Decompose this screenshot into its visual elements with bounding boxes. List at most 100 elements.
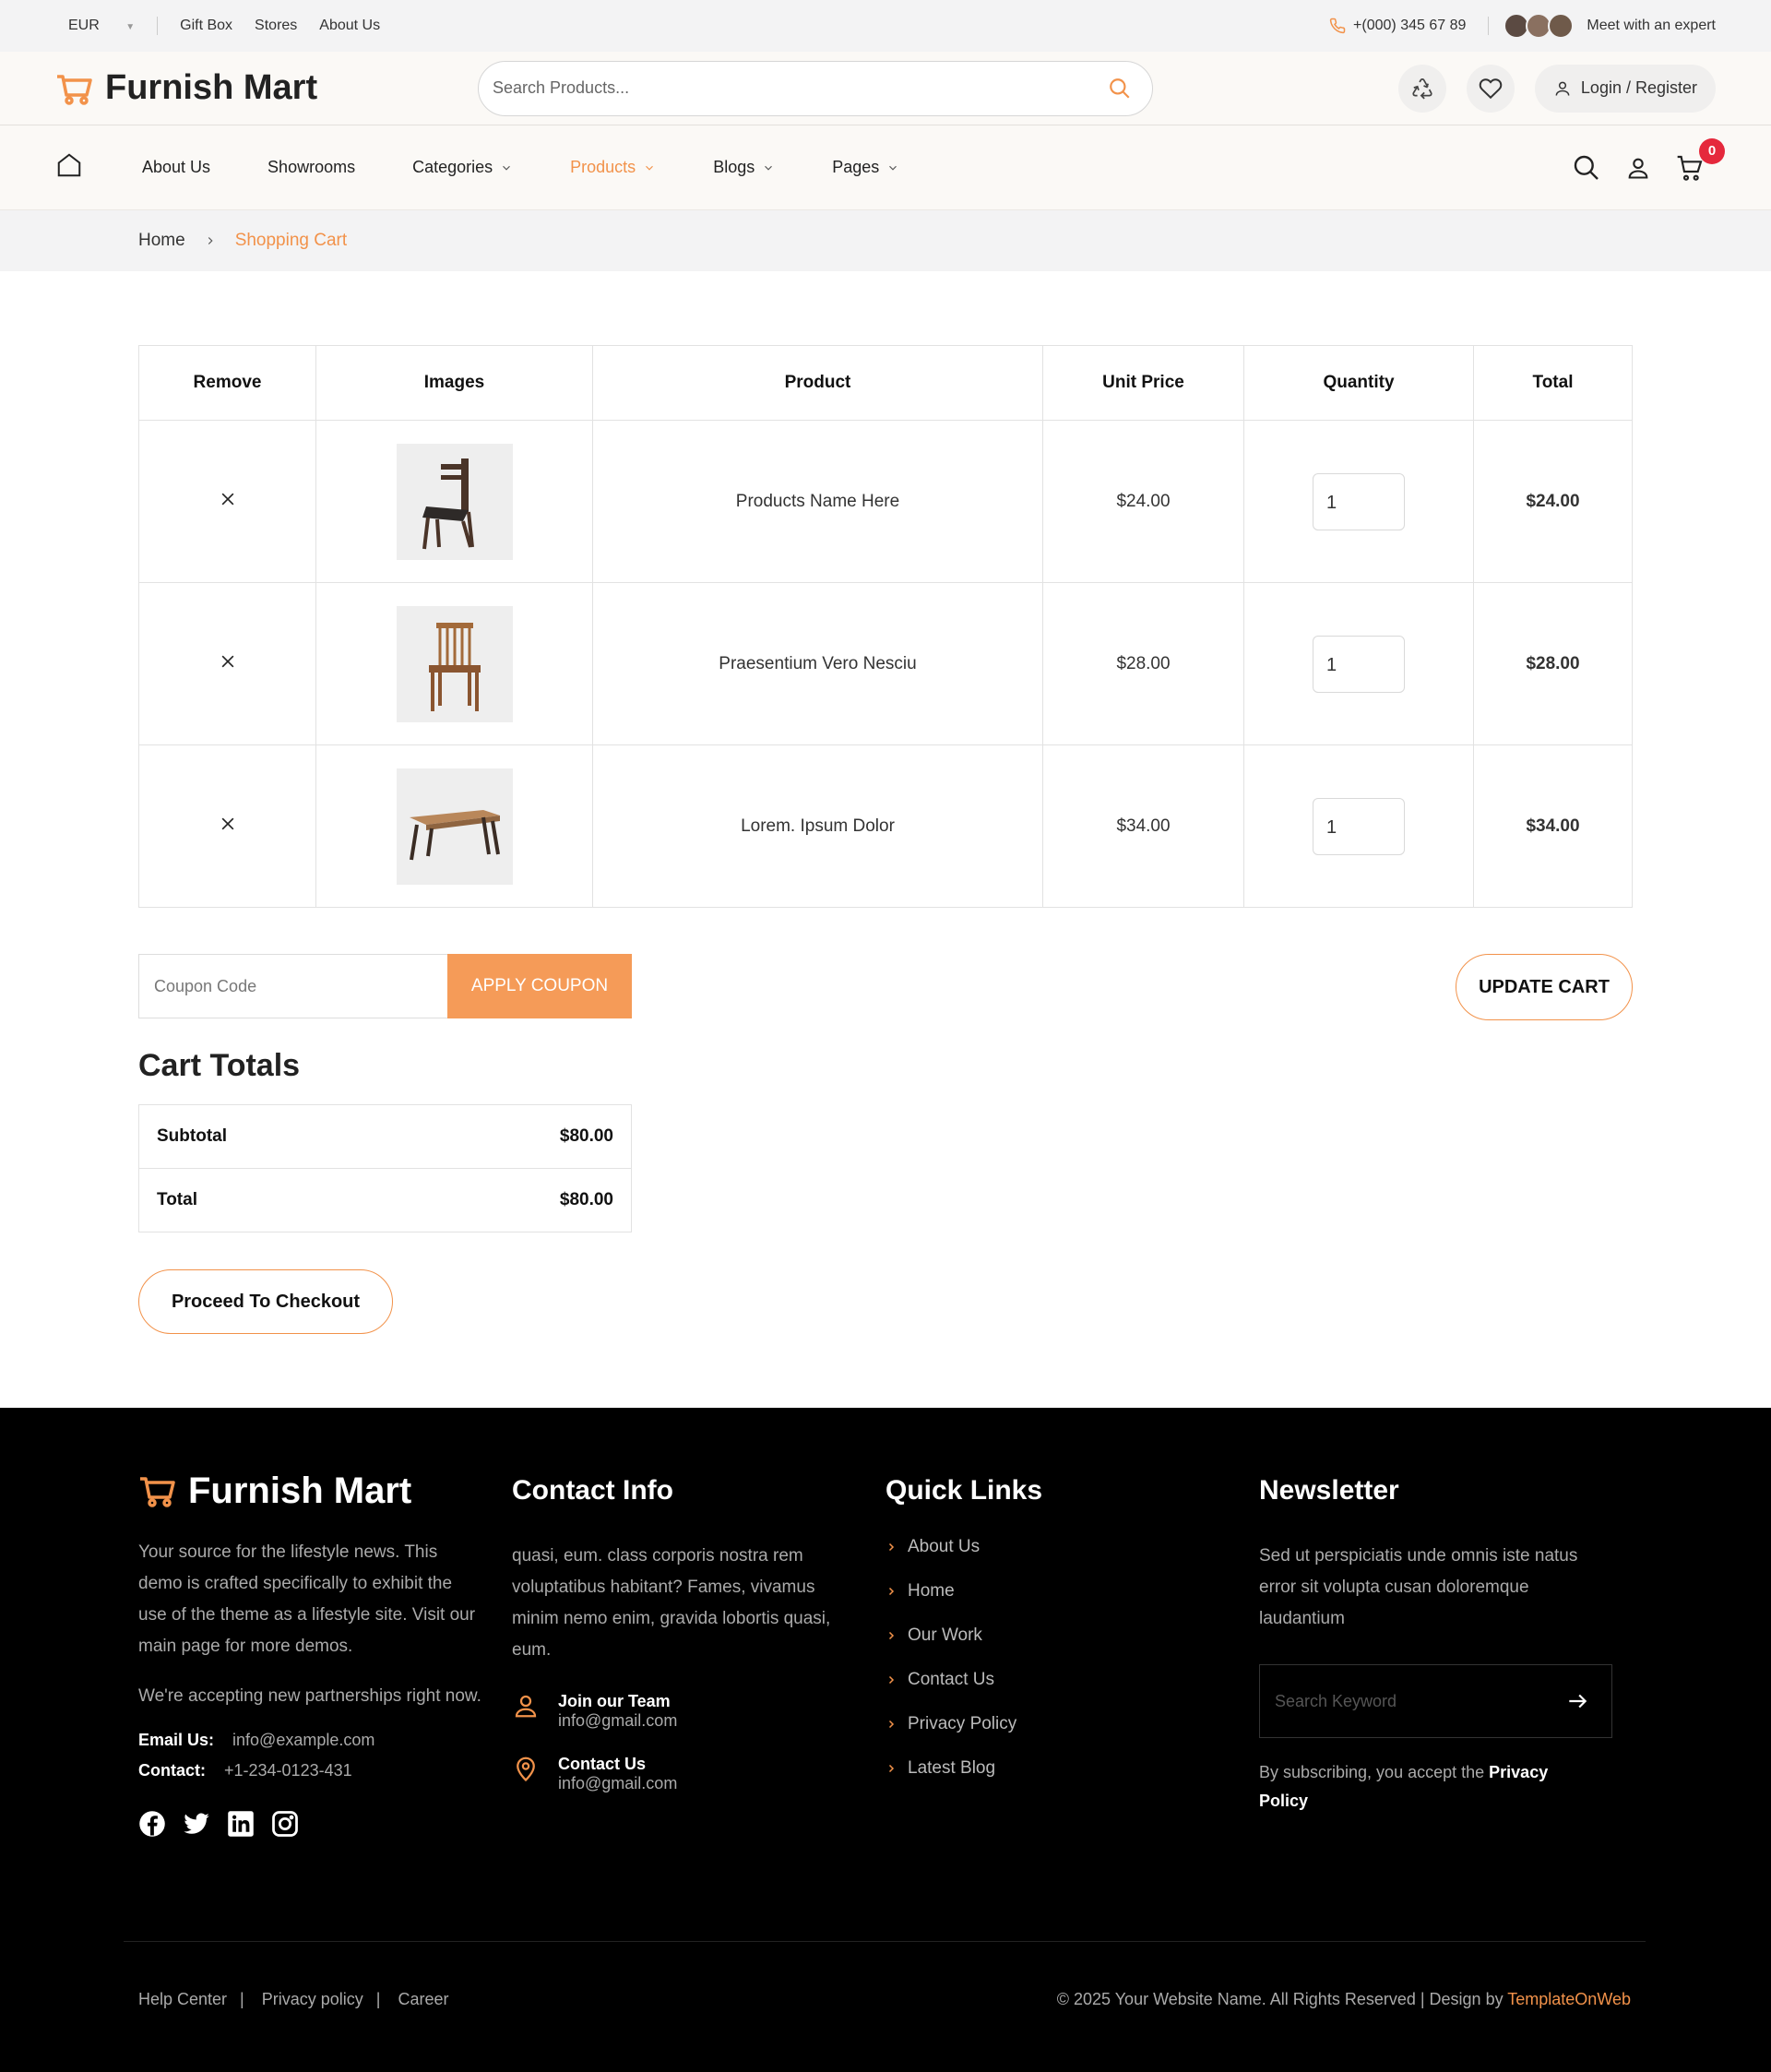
footer-contact-details: Email Us: info@example.com Contact: +1-234… <box>138 1725 512 1786</box>
nav-item-showrooms[interactable]: Showrooms <box>267 158 355 177</box>
table-row: Lorem. Ipsum Dolor $34.00 1 $34.00 <box>138 744 1633 908</box>
quick-link[interactable]: Privacy Policy <box>886 1714 1259 1734</box>
search-icon[interactable] <box>1572 153 1601 183</box>
career-link[interactable]: Career <box>398 1990 448 2008</box>
footer-about: Furnish Mart Your source for the lifesty… <box>138 1471 512 1838</box>
apply-coupon-button[interactable]: APPLY COUPON <box>447 954 632 1018</box>
brand-name: Furnish Mart <box>105 68 318 107</box>
quick-link-label: About Us <box>908 1537 981 1556</box>
product-name[interactable]: Praesentium Vero Nesciu <box>592 582 1043 745</box>
subtotal-value: $80.00 <box>406 1104 633 1169</box>
newsletter-input[interactable]: Search Keyword <box>1259 1664 1612 1738</box>
user-icon <box>1555 81 1570 96</box>
breadcrumb-home[interactable]: Home <box>138 231 185 251</box>
proceed-checkout-button[interactable]: Proceed To Checkout <box>138 1269 393 1334</box>
phone-link[interactable]: +(000) 345 67 89 <box>1329 18 1466 34</box>
topbar-link-gift-box[interactable]: Gift Box <box>180 18 232 34</box>
cart-count-badge: 0 <box>1699 137 1725 164</box>
nav-label: Showrooms <box>267 158 356 176</box>
nav-item-blogs[interactable]: Blogs <box>713 158 775 177</box>
close-icon[interactable] <box>219 652 237 671</box>
product-name[interactable]: Lorem. Ipsum Dolor <box>592 744 1043 908</box>
facebook-icon[interactable] <box>138 1810 166 1838</box>
topbar-link-stores[interactable]: Stores <box>255 18 297 34</box>
arrow-right-icon[interactable] <box>1565 1689 1589 1713</box>
footer-heading: Quick Links <box>886 1475 1043 1506</box>
product-name[interactable]: Products Name Here <box>592 420 1043 583</box>
quantity-input[interactable]: 1 <box>1313 472 1405 530</box>
remove-cell <box>138 582 316 745</box>
unit-price: $34.00 <box>1042 744 1244 908</box>
quick-link-label: Latest Blog <box>908 1758 996 1778</box>
top-bar: EUR ▼ Gift Box Stores About Us +(000) 34… <box>0 0 1771 52</box>
designer-link[interactable]: TemplateOnWeb <box>1507 1990 1631 2008</box>
nav-item-products[interactable]: Products <box>570 158 656 177</box>
nav-item-pages[interactable]: Pages <box>832 158 899 177</box>
join-team-email[interactable]: info@gmail.com <box>558 1711 677 1730</box>
quick-link[interactable]: About Us <box>886 1537 1259 1557</box>
cart-table: Remove Images Product Unit Price Quantit… <box>138 345 1633 908</box>
unit-price: $24.00 <box>1042 420 1244 583</box>
linkedin-icon[interactable] <box>227 1810 255 1838</box>
login-register-button[interactable]: Login / Register <box>1534 64 1716 113</box>
footer-logo[interactable]: Furnish Mart <box>138 1471 512 1511</box>
home-icon <box>57 153 81 177</box>
nav-item-about[interactable]: About Us <box>142 158 210 177</box>
wishlist-button[interactable] <box>1466 64 1515 113</box>
chevron-right-icon <box>888 1675 895 1685</box>
quick-link[interactable]: Contact Us <box>886 1670 1259 1690</box>
chevron-down-icon <box>503 165 511 171</box>
quantity-input[interactable]: 1 <box>1313 797 1405 855</box>
currency-select[interactable]: EUR ▼ <box>68 18 135 34</box>
search-icon[interactable] <box>1108 77 1132 101</box>
nav-item-categories[interactable]: Categories <box>412 158 513 177</box>
quick-link-label: Our Work <box>908 1625 982 1645</box>
quick-link-label: Contact Us <box>908 1670 994 1689</box>
remove-cell <box>138 744 316 908</box>
contact-us-item: Contact Us info@gmail.com <box>512 1755 886 1793</box>
cart-logo-icon <box>57 74 92 105</box>
breadcrumb-current: Shopping Cart <box>234 231 348 250</box>
update-cart-button[interactable]: UPDATE CART <box>1456 954 1633 1020</box>
product-image[interactable] <box>396 605 513 722</box>
quantity-input[interactable]: 1 <box>1313 635 1405 693</box>
meet-expert-link[interactable]: Meet with an expert <box>1587 18 1716 34</box>
footer-partnership-text: We're accepting new partnerships right n… <box>138 1686 481 1706</box>
twitter-icon[interactable] <box>183 1810 210 1838</box>
product-image[interactable] <box>396 768 513 885</box>
coupon-input[interactable]: Coupon Code <box>138 954 447 1018</box>
search-input[interactable]: Search Products... <box>478 60 1153 116</box>
total-value: $80.00 <box>406 1168 633 1232</box>
chevron-right-icon <box>888 1631 895 1640</box>
row-total: $24.00 <box>1473 420 1633 583</box>
newsletter-placeholder: Search Keyword <box>1275 1691 1397 1710</box>
footer-bottom: Help Center | Privacy policy | Career © 20… <box>124 1941 1646 2009</box>
quick-link[interactable]: Home <box>886 1581 1259 1602</box>
quick-link[interactable]: Our Work <box>886 1625 1259 1646</box>
phone-link[interactable]: +1-234-0123-431 <box>224 1761 352 1780</box>
contact-us-email[interactable]: info@gmail.com <box>558 1774 677 1792</box>
privacy-link[interactable]: Privacy policy <box>262 1990 363 2008</box>
site-logo[interactable]: Furnish Mart <box>55 68 478 108</box>
home-link[interactable] <box>55 151 142 184</box>
quick-link-label: Privacy Policy <box>908 1714 1017 1733</box>
quick-link[interactable]: Latest Blog <box>886 1758 1259 1779</box>
table-header-row: Remove Images Product Unit Price Quantit… <box>138 345 1633 421</box>
compare-button[interactable] <box>1397 64 1446 113</box>
email-link[interactable]: info@example.com <box>232 1731 374 1749</box>
account-icon[interactable] <box>1625 155 1651 181</box>
email-label: Email Us: <box>138 1731 215 1749</box>
unit-price: $28.00 <box>1042 582 1244 745</box>
expert-avatars <box>1504 13 1575 39</box>
help-center-link[interactable]: Help Center <box>138 1990 227 2008</box>
join-team-title: Join our Team <box>558 1692 671 1710</box>
footer-heading: Newsletter <box>1259 1475 1399 1506</box>
topbar-link-about[interactable]: About Us <box>319 18 380 34</box>
product-image[interactable] <box>396 443 513 560</box>
cart-totals-title: Cart Totals <box>138 1048 301 1083</box>
chair-image <box>422 458 474 549</box>
close-icon[interactable] <box>219 490 237 508</box>
close-icon[interactable] <box>219 815 237 833</box>
instagram-icon[interactable] <box>271 1810 299 1838</box>
newsletter-note: By subscribing, you accept the Privacy P… <box>1259 1758 1591 1816</box>
